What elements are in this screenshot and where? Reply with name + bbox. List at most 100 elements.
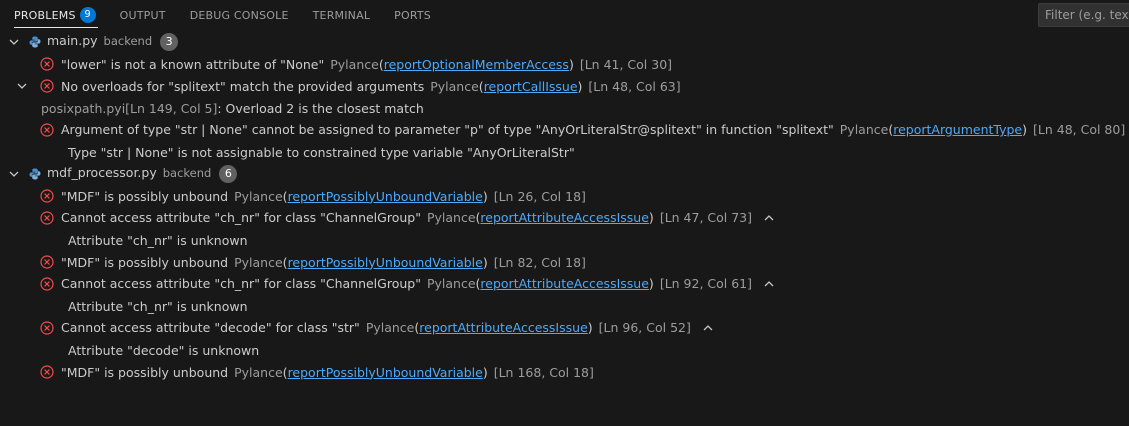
error-icon [40,321,54,335]
problem-row[interactable]: "MDF" is possibly unbound Pylance(reportP… [0,251,1129,273]
problem-row[interactable]: Cannot access attribute "decode" for cla… [0,317,1129,339]
problem-source: Pylance [234,364,283,380]
problem-location: [Ln 26, Col 18] [493,188,586,204]
problems-count-badge: 9 [79,7,96,23]
problem-source: Pylance [839,122,889,137]
error-icon [40,277,54,291]
problem-row[interactable]: Cannot access attribute "ch_nr" for clas… [0,273,1129,295]
problem-row[interactable]: "MDF" is possibly unbound Pylance(reportP… [0,361,1129,383]
file-label: mdf_processor.py backend 6 [47,165,238,183]
related-info-path[interactable]: posixpath.pyi[Ln 149, Col 5] [41,101,217,116]
error-icon [40,123,54,137]
problem-code-link[interactable]: reportAttributeAccessIssue [480,210,649,225]
problem-message: Cannot access attribute "ch_nr" for clas… [61,276,421,291]
problem-code-link[interactable]: reportPossiblyUnboundVariable [288,189,483,204]
error-icon [40,255,54,269]
problem-row[interactable]: "MDF" is possibly unbound Pylance(reportP… [0,185,1129,207]
tab-ports[interactable]: PORTS [382,0,443,30]
related-info: posixpath.pyi[Ln 149, Col 5]: Overload 2… [41,101,424,116]
chevron-down-icon[interactable] [9,37,19,47]
problem-message: "MDF" is possibly unbound [61,254,229,270]
problem-source: Pylance [426,276,476,291]
problem-text: "lower" is not a known attribute of "Non… [61,56,673,72]
problem-code-link[interactable]: reportAttributeAccessIssue [480,276,649,291]
tab-terminal[interactable]: TERMINAL [301,0,383,30]
tab-problems-label: PROBLEMS [14,8,76,22]
problem-location: [Ln 96, Col 52] [598,320,691,335]
problem-text: Cannot access attribute "ch_nr" for clas… [61,210,774,226]
problem-source: Pylance [234,254,283,270]
problem-code-link[interactable]: reportArgumentType [893,122,1022,137]
problem-detail: Type "str | None" is not assignable to c… [68,144,575,160]
tab-output-label: OUTPUT [119,8,166,22]
problem-message: No overloads for "splitext" match the pr… [61,78,425,94]
problem-text: Cannot access attribute "decode" for cla… [61,320,713,336]
problem-location: [Ln 48, Col 80] [1033,122,1126,137]
problem-location: [Ln 168, Col 18] [493,364,594,380]
problem-location: [Ln 92, Col 61] [659,276,753,291]
problem-text: "MDF" is possibly unbound Pylance(reportP… [61,364,594,380]
problem-source: Pylance [330,56,379,72]
problem-message: "MDF" is possibly unbound [61,364,229,380]
problems-tree: main.py backend 3 "lower" is not a known a… [0,31,1129,383]
filter-input[interactable] [1038,3,1129,27]
tab-problems[interactable]: PROBLEMS 9 [0,0,108,30]
tab-terminal-label: TERMINAL [312,8,371,22]
problem-text: Cannot access attribute "ch_nr" for clas… [61,276,774,292]
problem-text: "MDF" is possibly unbound Pylance(reportP… [61,188,586,204]
problem-row[interactable]: No overloads for "splitext" match the pr… [0,75,1129,97]
problem-detail-row: Attribute "ch_nr" is unknown [0,229,1129,251]
error-icon [40,365,54,379]
problem-message: Cannot access attribute "decode" for cla… [61,320,360,335]
problem-text: No overloads for "splitext" match the pr… [61,78,681,94]
problem-detail-row: Type "str | None" is not assignable to c… [0,141,1129,163]
problem-source: Pylance [234,188,283,204]
problem-row[interactable]: Argument of type "str | None" cannot be … [0,119,1129,141]
tab-output[interactable]: OUTPUT [108,0,178,30]
problem-text: Argument of type "str | None" cannot be … [61,122,1126,137]
file-directory: backend [103,34,153,48]
tab-debug-console[interactable]: DEBUG CONSOLE [178,0,301,30]
problem-count-badge: 6 [219,165,238,183]
problem-location: [Ln 41, Col 30] [579,56,673,72]
problem-location: [Ln 48, Col 63] [588,78,681,94]
problem-code-link[interactable]: reportOptionalMemberAccess [384,57,569,72]
problem-message: Cannot access attribute "ch_nr" for clas… [61,210,421,225]
problem-message: "lower" is not a known attribute of "Non… [61,56,325,72]
tab-debug-console-label: DEBUG CONSOLE [189,8,289,22]
chevron-down-icon[interactable] [9,169,19,179]
file-row-main-py[interactable]: main.py backend 3 [0,31,1129,53]
problem-code-link[interactable]: reportCallIssue [484,79,578,94]
problem-message: Argument of type "str | None" cannot be … [61,122,834,137]
problem-message: "MDF" is possibly unbound [61,188,229,204]
problem-location: [Ln 47, Col 73] [659,210,753,225]
problem-code-link[interactable]: reportPossiblyUnboundVariable [288,255,483,270]
chevron-up-icon[interactable] [764,211,774,226]
python-file-icon [29,36,41,48]
problem-detail: Attribute "decode" is unknown [68,342,260,358]
problem-detail-row: Attribute "ch_nr" is unknown [0,295,1129,317]
tab-ports-label: PORTS [394,8,431,22]
problem-row[interactable]: Cannot access attribute "ch_nr" for clas… [0,207,1129,229]
file-row-mdf-processor-py[interactable]: mdf_processor.py backend 6 [0,163,1129,185]
chevron-up-icon[interactable] [703,321,713,336]
file-name: mdf_processor.py [47,165,157,180]
python-file-icon [29,168,41,180]
problem-row[interactable]: "lower" is not a known attribute of "Non… [0,53,1129,75]
error-icon [40,79,54,93]
problem-code-link[interactable]: reportAttributeAccessIssue [419,320,588,335]
problem-detail-row: Attribute "decode" is unknown [0,339,1129,361]
file-directory: backend [162,166,212,180]
problem-source: Pylance [426,210,476,225]
file-name: main.py [47,33,98,48]
problem-location: [Ln 82, Col 18] [493,254,586,270]
problem-code-link[interactable]: reportPossiblyUnboundVariable [288,365,483,380]
related-info-row[interactable]: posixpath.pyi[Ln 149, Col 5]: Overload 2… [0,97,1129,119]
related-info-text: : Overload 2 is the closest match [217,100,424,116]
chevron-down-icon[interactable] [17,81,27,91]
error-icon [40,211,54,225]
problem-detail: Attribute "ch_nr" is unknown [68,298,248,314]
error-icon [40,57,54,71]
chevron-up-icon[interactable] [764,277,774,292]
error-icon [40,189,54,203]
